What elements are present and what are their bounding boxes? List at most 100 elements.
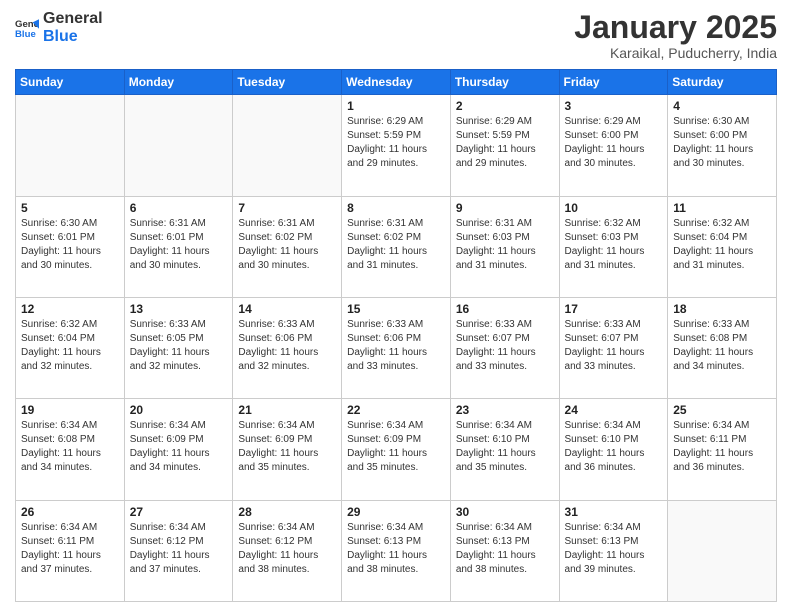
day-cell: 7 Sunrise: 6:31 AMSunset: 6:02 PMDaylight… (233, 196, 342, 297)
day-info: Sunrise: 6:32 AMSunset: 6:04 PMDaylight:… (21, 318, 119, 374)
day-info: Sunrise: 6:34 AMSunset: 6:09 PMDaylight:… (238, 419, 336, 475)
day-number: 27 (130, 505, 228, 519)
day-info: Sunrise: 6:34 AMSunset: 6:13 PMDaylight:… (347, 521, 445, 577)
day-info: Sunrise: 6:29 AMSunset: 6:00 PMDaylight:… (565, 115, 663, 171)
day-number: 15 (347, 302, 445, 316)
title-area: January 2025 Karaikal, Puducherry, India (574, 10, 777, 61)
day-info: Sunrise: 6:33 AMSunset: 6:05 PMDaylight:… (130, 318, 228, 374)
week-row-3: 19Sunrise: 6:34 AMSunset: 6:08 PMDayligh… (16, 399, 777, 500)
day-number: 5 (21, 201, 119, 215)
day-info: Sunrise: 6:33 AMSunset: 6:07 PMDaylight:… (456, 318, 554, 374)
day-cell (16, 95, 125, 196)
day-info: Sunrise: 6:31 AMSunset: 6:02 PMDaylight:… (347, 217, 445, 273)
day-cell: 2Sunrise: 6:29 AMSunset: 5:59 PMDaylight… (450, 95, 559, 196)
location: Karaikal, Puducherry, India (574, 45, 777, 61)
day-number: 7 (238, 201, 336, 215)
day-number: 1 (347, 99, 445, 113)
day-number: 17 (565, 302, 663, 316)
day-cell: 28 Sunrise: 6:34 AMSunset: 6:12 PMDayligh… (233, 500, 342, 601)
day-info: Sunrise: 6:33 AMSunset: 6:08 PMDaylight:… (673, 318, 771, 374)
day-info: Sunrise: 6:33 AMSunset: 6:07 PMDaylight:… (565, 318, 663, 374)
day-cell: 23 Sunrise: 6:34 AMSunset: 6:10 PMDayligh… (450, 399, 559, 500)
day-cell: 11 Sunrise: 6:32 AMSunset: 6:04 PMDayligh… (668, 196, 777, 297)
day-info: Sunrise: 6:30 AMSunset: 6:00 PMDaylight:… (673, 115, 771, 171)
day-number: 9 (456, 201, 554, 215)
day-cell: 27 Sunrise: 6:34 AMSunset: 6:12 PMDayligh… (124, 500, 233, 601)
day-cell (668, 500, 777, 601)
day-number: 6 (130, 201, 228, 215)
month-title: January 2025 (574, 10, 777, 45)
weekday-header-sunday: Sunday (16, 70, 125, 95)
day-cell: 24 Sunrise: 6:34 AMSunset: 6:10 PMDayligh… (559, 399, 668, 500)
weekday-header-wednesday: Wednesday (342, 70, 451, 95)
day-number: 8 (347, 201, 445, 215)
day-cell: 18Sunrise: 6:33 AMSunset: 6:08 PMDayligh… (668, 297, 777, 398)
page: General Blue General Blue January 2025 K… (0, 0, 792, 612)
day-cell: 20Sunrise: 6:34 AMSunset: 6:09 PMDayligh… (124, 399, 233, 500)
day-info: Sunrise: 6:34 AMSunset: 6:09 PMDaylight:… (347, 419, 445, 475)
header: General Blue General Blue January 2025 K… (15, 10, 777, 61)
day-cell: 22 Sunrise: 6:34 AMSunset: 6:09 PMDayligh… (342, 399, 451, 500)
day-number: 21 (238, 403, 336, 417)
weekday-header-friday: Friday (559, 70, 668, 95)
day-cell: 16 Sunrise: 6:33 AMSunset: 6:07 PMDayligh… (450, 297, 559, 398)
day-info: Sunrise: 6:34 AMSunset: 6:12 PMDaylight:… (238, 521, 336, 577)
day-number: 20 (130, 403, 228, 417)
day-number: 29 (347, 505, 445, 519)
day-info: Sunrise: 6:29 AMSunset: 5:59 PMDaylight:… (347, 115, 445, 171)
day-number: 31 (565, 505, 663, 519)
day-cell: 1 Sunrise: 6:29 AMSunset: 5:59 PMDaylight… (342, 95, 451, 196)
day-cell: 17 Sunrise: 6:33 AMSunset: 6:07 PMDayligh… (559, 297, 668, 398)
day-number: 11 (673, 201, 771, 215)
day-info: Sunrise: 6:34 AMSunset: 6:13 PMDaylight:… (565, 521, 663, 577)
logo-blue: Blue (43, 28, 103, 46)
day-number: 25 (673, 403, 771, 417)
day-info: Sunrise: 6:34 AMSunset: 6:10 PMDaylight:… (565, 419, 663, 475)
weekday-header-row: SundayMondayTuesdayWednesdayThursdayFrid… (16, 70, 777, 95)
day-number: 19 (21, 403, 119, 417)
day-info: Sunrise: 6:34 AMSunset: 6:10 PMDaylight:… (456, 419, 554, 475)
day-cell: 12Sunrise: 6:32 AMSunset: 6:04 PMDayligh… (16, 297, 125, 398)
day-cell: 8 Sunrise: 6:31 AMSunset: 6:02 PMDaylight… (342, 196, 451, 297)
day-number: 28 (238, 505, 336, 519)
week-row-4: 26 Sunrise: 6:34 AMSunset: 6:11 PMDayligh… (16, 500, 777, 601)
week-row-1: 5 Sunrise: 6:30 AMSunset: 6:01 PMDaylight… (16, 196, 777, 297)
day-info: Sunrise: 6:34 AMSunset: 6:11 PMDaylight:… (673, 419, 771, 475)
day-cell: 13 Sunrise: 6:33 AMSunset: 6:05 PMDayligh… (124, 297, 233, 398)
day-info: Sunrise: 6:32 AMSunset: 6:03 PMDaylight:… (565, 217, 663, 273)
day-cell (233, 95, 342, 196)
weekday-header-saturday: Saturday (668, 70, 777, 95)
day-cell: 19Sunrise: 6:34 AMSunset: 6:08 PMDayligh… (16, 399, 125, 500)
day-cell: 14Sunrise: 6:33 AMSunset: 6:06 PMDayligh… (233, 297, 342, 398)
week-row-0: 1 Sunrise: 6:29 AMSunset: 5:59 PMDaylight… (16, 95, 777, 196)
logo: General Blue General Blue (15, 10, 103, 45)
day-number: 22 (347, 403, 445, 417)
day-info: Sunrise: 6:31 AMSunset: 6:02 PMDaylight:… (238, 217, 336, 273)
day-cell: 10 Sunrise: 6:32 AMSunset: 6:03 PMDayligh… (559, 196, 668, 297)
day-info: Sunrise: 6:34 AMSunset: 6:13 PMDaylight:… (456, 521, 554, 577)
day-number: 26 (21, 505, 119, 519)
calendar-table: SundayMondayTuesdayWednesdayThursdayFrid… (15, 69, 777, 602)
day-cell: 9 Sunrise: 6:31 AMSunset: 6:03 PMDaylight… (450, 196, 559, 297)
day-number: 24 (565, 403, 663, 417)
day-number: 4 (673, 99, 771, 113)
day-cell: 29 Sunrise: 6:34 AMSunset: 6:13 PMDayligh… (342, 500, 451, 601)
day-number: 10 (565, 201, 663, 215)
day-number: 14 (238, 302, 336, 316)
day-info: Sunrise: 6:31 AMSunset: 6:03 PMDaylight:… (456, 217, 554, 273)
svg-text:Blue: Blue (15, 28, 36, 39)
day-cell: 6 Sunrise: 6:31 AMSunset: 6:01 PMDaylight… (124, 196, 233, 297)
weekday-header-monday: Monday (124, 70, 233, 95)
day-number: 23 (456, 403, 554, 417)
day-cell: 5 Sunrise: 6:30 AMSunset: 6:01 PMDaylight… (16, 196, 125, 297)
day-info: Sunrise: 6:34 AMSunset: 6:11 PMDaylight:… (21, 521, 119, 577)
day-info: Sunrise: 6:31 AMSunset: 6:01 PMDaylight:… (130, 217, 228, 273)
day-cell: 26 Sunrise: 6:34 AMSunset: 6:11 PMDayligh… (16, 500, 125, 601)
day-number: 13 (130, 302, 228, 316)
day-number: 16 (456, 302, 554, 316)
day-cell: 15Sunrise: 6:33 AMSunset: 6:06 PMDayligh… (342, 297, 451, 398)
day-info: Sunrise: 6:34 AMSunset: 6:12 PMDaylight:… (130, 521, 228, 577)
week-row-2: 12Sunrise: 6:32 AMSunset: 6:04 PMDayligh… (16, 297, 777, 398)
day-info: Sunrise: 6:30 AMSunset: 6:01 PMDaylight:… (21, 217, 119, 273)
day-info: Sunrise: 6:32 AMSunset: 6:04 PMDaylight:… (673, 217, 771, 273)
